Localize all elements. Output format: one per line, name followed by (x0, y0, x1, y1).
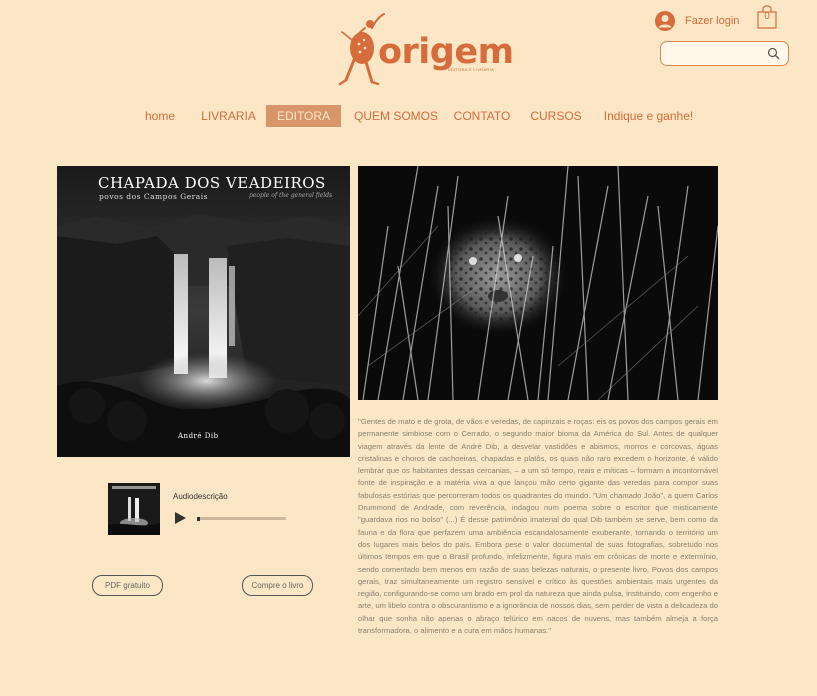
audio-title: Audiodescrição (173, 492, 228, 501)
user-avatar-icon (655, 11, 675, 31)
pdf-free-button[interactable]: PDF gratuito (92, 575, 163, 596)
logo-wordmark: origem (378, 32, 514, 72)
jaguar-image (358, 166, 718, 400)
buy-book-button[interactable]: Compre o livro (242, 575, 313, 596)
book-cover-image[interactable]: CHAPADA DOS VEADEIROS povos dos Campos G… (57, 166, 350, 457)
jaguar-photo[interactable] (358, 166, 718, 400)
nav-item-home[interactable]: home (136, 105, 184, 127)
nav-item-livraria[interactable]: LIVRARIA (196, 105, 261, 127)
logo-tagline: EDITORA E LIVRARIA (448, 67, 495, 72)
book-description: "Gentes de mato e de grota, de vãos e ve… (358, 417, 718, 636)
waterfall-photo (57, 166, 350, 457)
cover-subtitle: povos dos Campos Gerais (99, 192, 208, 201)
nav-item-cursos[interactable]: CURSOS (528, 105, 584, 127)
audio-progress-handle[interactable] (197, 516, 200, 521)
cover-subtitle-en: people of the general fields (249, 192, 333, 199)
nav-item-indique[interactable]: Indique e ganhe! (600, 105, 697, 127)
audio-thumbnail (108, 483, 160, 535)
search-icon[interactable] (767, 47, 780, 60)
play-icon[interactable] (173, 511, 187, 525)
search-box[interactable] (660, 41, 789, 66)
cart-button[interactable]: 0 (756, 5, 778, 29)
login-button[interactable]: Fazer login (655, 10, 739, 32)
cart-count: 0 (764, 11, 770, 22)
nav-item-editora[interactable]: EDITORA (266, 105, 341, 127)
nav-item-quem-somos[interactable]: QUEM SOMOS (354, 105, 438, 127)
login-label: Fazer login (685, 15, 740, 27)
cover-title: CHAPADA DOS VEADEIROS (98, 174, 326, 192)
cover-author: André Dib (178, 432, 219, 440)
search-input[interactable] (669, 45, 767, 63)
audio-progress-track[interactable] (197, 516, 286, 521)
nav-item-contato[interactable]: CONTATO (450, 105, 514, 127)
